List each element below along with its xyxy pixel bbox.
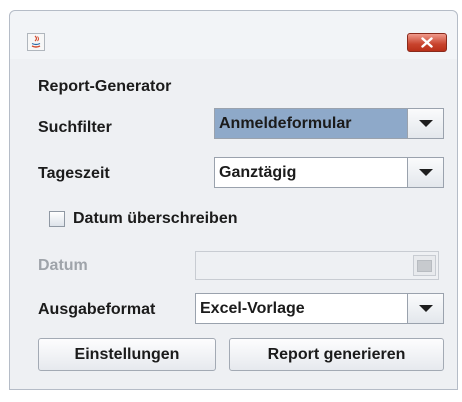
tageszeit-label: Tageszeit — [38, 165, 110, 182]
settings-button[interactable]: Einstellungen — [38, 338, 216, 371]
datum-label: Datum — [38, 257, 88, 274]
datum-field[interactable] — [195, 251, 439, 280]
report-generator-window — [9, 10, 458, 390]
calendar-icon — [417, 259, 432, 272]
chevron-down-icon[interactable] — [407, 158, 443, 187]
close-button[interactable] — [407, 33, 447, 52]
chevron-down-icon[interactable] — [407, 109, 443, 138]
ausgabeformat-value: Excel-Vorlage — [200, 300, 305, 317]
tageszeit-value: Ganztägig — [219, 164, 297, 181]
date-picker-button[interactable] — [413, 255, 436, 276]
ausgabeformat-label: Ausgabeformat — [38, 301, 156, 318]
suchfilter-select[interactable]: Anmeldeformular — [214, 108, 444, 139]
ausgabeformat-select[interactable]: Excel-Vorlage — [195, 293, 444, 324]
form-heading: Report-Generator — [38, 78, 172, 95]
datum-override-label: Datum überschreiben — [73, 210, 238, 227]
suchfilter-value: Anmeldeformular — [219, 115, 352, 132]
tageszeit-select[interactable]: Ganztägig — [214, 157, 444, 188]
suchfilter-label: Suchfilter — [38, 119, 112, 136]
generate-report-button[interactable]: Report generieren — [229, 338, 444, 371]
java-icon — [27, 33, 45, 51]
close-icon — [421, 37, 433, 48]
chevron-down-icon[interactable] — [407, 294, 443, 323]
datum-override-checkbox[interactable] — [49, 211, 65, 227]
title-bar — [10, 11, 457, 59]
